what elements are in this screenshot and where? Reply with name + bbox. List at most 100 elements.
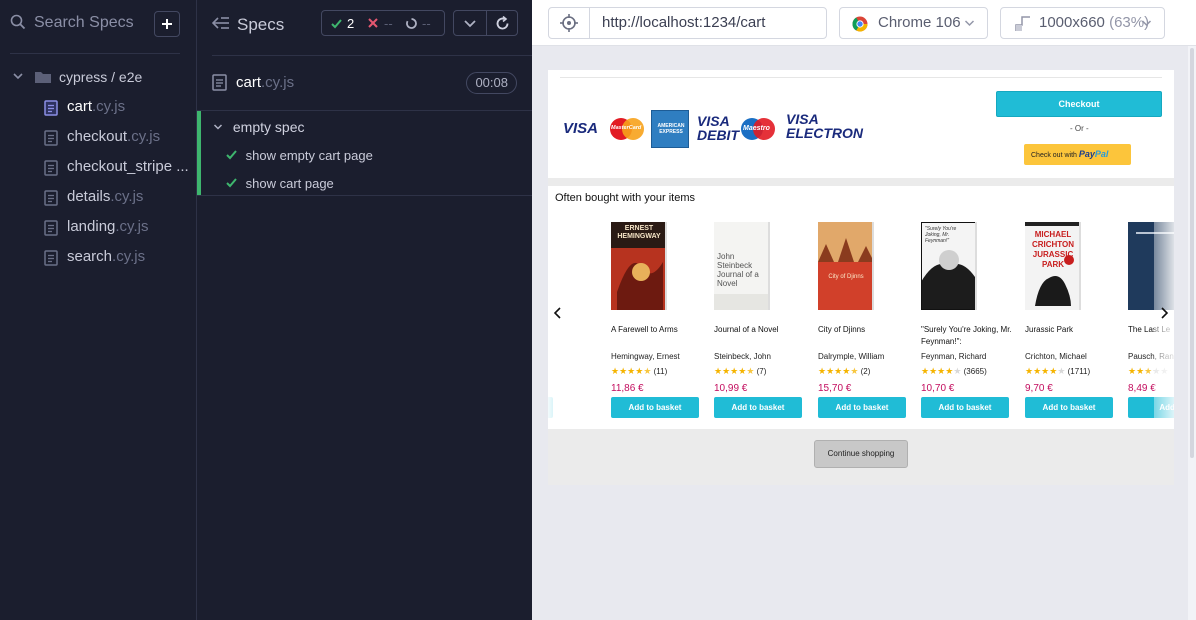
cover-text: John Steinbeck Journal of a Novel: [717, 252, 759, 288]
cover-text: City of Djinns: [828, 274, 864, 280]
check-icon: [226, 176, 237, 191]
test-stats: 2 -- --: [321, 10, 445, 36]
product-author: Steinbeck, John: [714, 352, 771, 361]
spec-name-base: cart: [236, 74, 262, 91]
plus-icon: [162, 19, 172, 29]
product-rating: ★★★★★ (2): [818, 366, 870, 377]
spec-file-base: details: [67, 188, 111, 205]
product-title[interactable]: A Farewell to Arms: [611, 324, 705, 336]
continue-shopping-button[interactable]: Continue shopping: [814, 440, 908, 468]
viewport-select[interactable]: 1000x660 (63%): [1000, 7, 1165, 39]
pending-count: --: [422, 16, 431, 31]
book-cover[interactable]: "Surely You're Joking, Mr. Feynman!": [921, 222, 977, 310]
failed-count: --: [384, 16, 393, 31]
product-rating: ★★★★★ (3665): [921, 366, 987, 377]
duration-badge: 00:08: [466, 72, 517, 94]
product-card[interactable]: MICHAEL CRICHTON JURASSIC PARK Jurassic P…: [1015, 218, 1113, 429]
document-icon: [44, 250, 58, 266]
spec-file-2[interactable]: checkout_stripe ...: [44, 157, 194, 179]
product-carousel: s Behind★★★★★ 1)sketERNEST HEMINGWAYA Fa…: [548, 218, 1174, 429]
test-row[interactable]: show empty cart page: [226, 147, 373, 163]
spec-file-3[interactable]: details.cy.js: [44, 187, 194, 209]
product-title[interactable]: "Surely You're Joking, Mr. Feynman!":: [921, 324, 1015, 348]
spec-file-name: landing.cy.js: [67, 218, 148, 235]
spec-file-0[interactable]: cart.cy.js: [44, 97, 194, 119]
product-price: 15,70 €: [818, 383, 852, 394]
review-count: (11): [653, 367, 668, 376]
scrollbar-thumb[interactable]: [1190, 48, 1194, 458]
add-to-basket-button[interactable]: Add to basket: [818, 397, 906, 418]
product-title[interactable]: City of Djinns: [818, 324, 912, 336]
product-price: 10,99 €: [714, 383, 748, 394]
folder-icon: [35, 72, 51, 83]
star-half-icon: ★: [746, 366, 755, 376]
selector-playground-button[interactable]: [548, 7, 590, 39]
spec-file-base: search: [67, 248, 113, 265]
reporter-title[interactable]: Specs: [237, 15, 284, 35]
book-cover[interactable]: ERNEST HEMINGWAY: [611, 222, 667, 310]
suite-title[interactable]: empty spec: [213, 118, 304, 135]
check-icon: [226, 148, 237, 163]
star-filled-icon: ★: [714, 366, 723, 376]
aut-panel: http://localhost:1234/cart Chrome 106 10…: [532, 0, 1196, 620]
product-price: 8,49 €: [1128, 383, 1156, 394]
search-icon: [10, 14, 26, 30]
document-icon: [44, 190, 58, 206]
spec-file-4[interactable]: landing.cy.js: [44, 217, 194, 239]
spec-file-base: checkout: [67, 128, 128, 145]
product-card[interactable]: John Steinbeck Journal of a Novel Journal…: [704, 218, 802, 429]
url-field[interactable]: http://localhost:1234/cart: [589, 7, 827, 39]
carousel-next-button[interactable]: [1157, 306, 1171, 326]
search-input[interactable]: [34, 11, 144, 35]
review-count: (7): [756, 367, 767, 376]
spec-file-1[interactable]: checkout.cy.js: [44, 127, 194, 149]
spec-name-ext: .cy.js: [261, 74, 295, 91]
book-cover[interactable]: City of Djinns: [818, 222, 874, 310]
paypal-brand-a: Pay: [1078, 149, 1095, 159]
product-author: Feynman, Richard: [921, 352, 987, 361]
add-to-basket-button[interactable]: Add to basket: [714, 397, 802, 418]
browser-select[interactable]: Chrome 106: [839, 7, 988, 39]
product-card[interactable]: "Surely You're Joking, Mr. Feynman!" "Sur…: [911, 218, 1012, 429]
chrome-icon: [852, 16, 868, 32]
collapse-sidebar-icon[interactable]: [212, 16, 230, 30]
add-to-basket-button[interactable]: Add to basket: [1025, 397, 1113, 418]
product-title[interactable]: Jurassic Park: [1025, 324, 1119, 336]
spec-file-base: checkout_stripe ...: [67, 158, 189, 175]
test-title: show cart page: [245, 176, 334, 192]
spec-file-name: checkout_stripe ...: [67, 158, 189, 175]
book-cover[interactable]: John Steinbeck Journal of a Novel: [714, 222, 770, 310]
folder-label: cypress / e2e: [59, 69, 143, 85]
product-author: Dalrymple, William: [818, 352, 885, 361]
test-row[interactable]: show cart page: [226, 175, 334, 191]
product-card[interactable]: ERNEST HEMINGWAY A Farewell to Arms Heming…: [601, 218, 699, 429]
sidebar-divider: [10, 53, 180, 54]
or-separator: - Or -: [1070, 124, 1089, 133]
book-cover[interactable]: MICHAEL CRICHTON JURASSIC PARK: [1025, 222, 1081, 310]
test-title: show empty cart page: [245, 148, 373, 164]
restart-icon[interactable]: [495, 16, 510, 31]
viewport-label: 1000x660 (63%): [1039, 8, 1149, 38]
carousel-prev-button[interactable]: [551, 306, 565, 326]
cover-text: "Surely You're Joking, Mr. Feynman!": [925, 226, 957, 244]
folder-row[interactable]: cypress / e2e: [12, 68, 192, 88]
product-rating: ★★★★★ (1711): [1025, 366, 1090, 377]
add-spec-button[interactable]: [154, 11, 180, 37]
recommendations-box: Often bought with your items s Behind★★★…: [548, 186, 1174, 429]
product-price: 10,70 €: [921, 383, 955, 394]
spec-file-5[interactable]: search.cy.js: [44, 247, 194, 269]
checkout-button[interactable]: Checkout: [996, 91, 1162, 117]
paypal-checkout-button[interactable]: Check out with PayPal: [1024, 144, 1131, 165]
product-card[interactable]: City of Djinns City of Djinns Dalrymple, W…: [808, 218, 906, 429]
payment-divider: [560, 77, 1162, 78]
paypal-brand-b: Pal: [1094, 149, 1109, 159]
product-title[interactable]: Journal of a Novel: [714, 324, 808, 336]
spec-file-ext: .cy.js: [115, 218, 149, 235]
add-to-basket-button[interactable]: Add to basket: [921, 397, 1009, 418]
add-to-basket-button[interactable]: Add to basket: [611, 397, 699, 418]
paypal-logo: PayPal: [1079, 149, 1109, 159]
spec-name: cart.cy.js: [236, 74, 294, 91]
visa-debit-logo: VISA DEBIT: [697, 113, 739, 143]
specs-panel: cypress / e2e cart.cy.jscheckout.cy.jsch…: [0, 0, 197, 620]
chevron-down-icon[interactable]: [463, 18, 477, 30]
